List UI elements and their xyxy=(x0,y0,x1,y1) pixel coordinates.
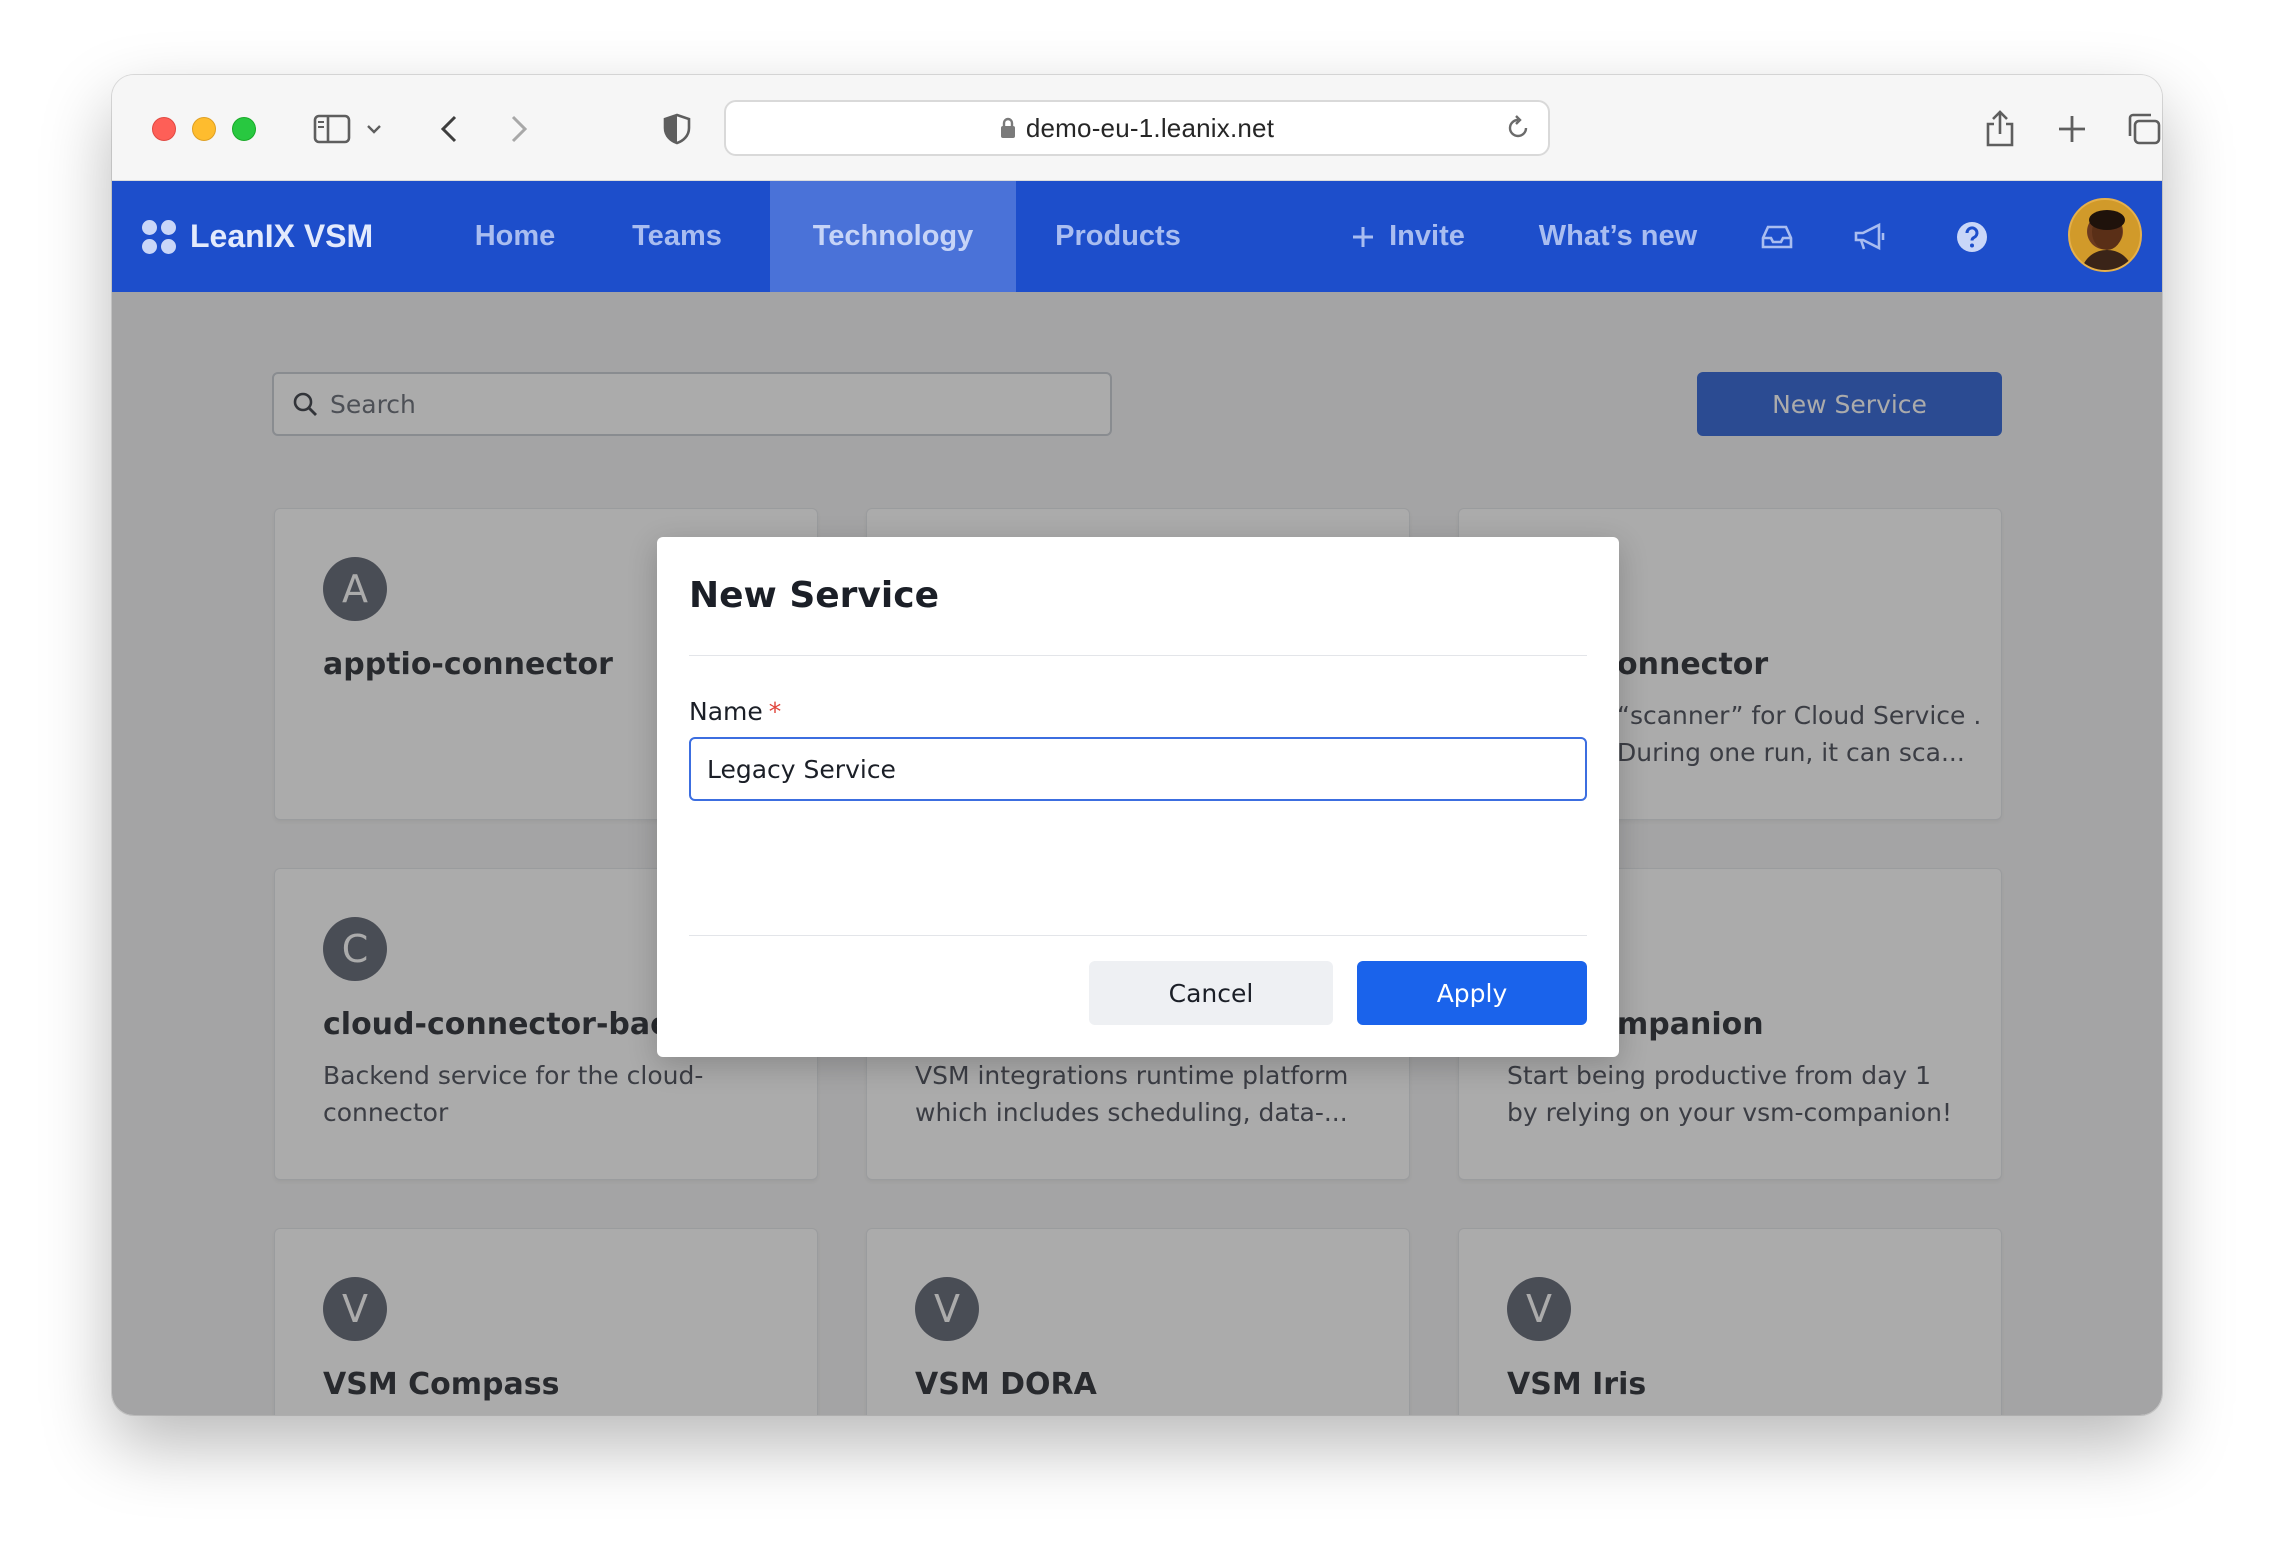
apply-button[interactable]: Apply xyxy=(1357,961,1587,1025)
help-icon[interactable] xyxy=(1947,181,1997,292)
chevron-down-icon[interactable] xyxy=(362,103,386,155)
inbox-icon[interactable] xyxy=(1752,181,1802,292)
lock-icon xyxy=(1000,117,1016,139)
app-navbar: LeanIX VSM Home Teams Technology Product… xyxy=(112,181,2162,292)
megaphone-icon[interactable] xyxy=(1845,181,1895,292)
privacy-shield-icon[interactable] xyxy=(660,103,694,155)
address-bar[interactable]: demo-eu-1.leanix.net xyxy=(724,100,1550,156)
nav-teams[interactable]: Teams xyxy=(602,181,752,292)
reload-icon[interactable] xyxy=(1504,114,1532,146)
whats-new-link[interactable]: What’s new xyxy=(1518,181,1718,292)
name-label-text: Name xyxy=(689,697,763,726)
dialog-title: New Service xyxy=(689,575,939,616)
invite-label: Invite xyxy=(1389,220,1465,252)
brand[interactable]: LeanIX VSM xyxy=(142,181,373,292)
close-window-button[interactable] xyxy=(152,117,176,141)
plus-icon xyxy=(1351,225,1375,249)
tab-overview-icon[interactable] xyxy=(2124,103,2162,155)
nav-products[interactable]: Products xyxy=(1028,181,1208,292)
zoom-window-button[interactable] xyxy=(232,117,256,141)
required-marker: * xyxy=(768,697,782,726)
new-tab-icon[interactable] xyxy=(2054,103,2090,155)
brand-name: LeanIX VSM xyxy=(190,218,374,254)
leanix-logo-icon xyxy=(142,219,176,254)
back-icon[interactable] xyxy=(434,103,464,155)
new-service-dialog: New Service Name* Cancel Apply xyxy=(657,537,1619,1057)
share-icon[interactable] xyxy=(1980,103,2020,155)
invite-button[interactable]: Invite xyxy=(1318,181,1498,292)
url-text: demo-eu-1.leanix.net xyxy=(1025,112,1275,143)
browser-toolbar: demo-eu-1.leanix.net xyxy=(112,75,2162,181)
forward-icon[interactable] xyxy=(504,103,534,155)
name-field-label: Name * xyxy=(689,697,781,726)
divider xyxy=(689,935,1587,936)
divider xyxy=(689,655,1587,656)
browser-window: demo-eu-1.leanix.net LeanIX VSM Home Tea… xyxy=(112,75,2162,1415)
nav-home[interactable]: Home xyxy=(440,181,590,292)
minimize-window-button[interactable] xyxy=(192,117,216,141)
name-input[interactable] xyxy=(689,737,1587,801)
cancel-button[interactable]: Cancel xyxy=(1089,961,1333,1025)
user-avatar[interactable] xyxy=(2068,198,2142,272)
nav-technology[interactable]: Technology xyxy=(770,181,1016,292)
sidebar-toggle-icon[interactable] xyxy=(310,103,354,155)
